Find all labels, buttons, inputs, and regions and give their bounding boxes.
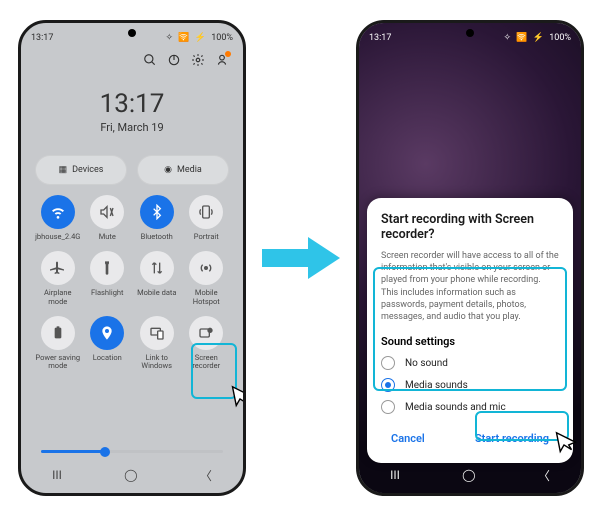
tile-portrait[interactable]: Portrait xyxy=(184,195,230,241)
vibrate-icon: ✧ xyxy=(166,33,174,43)
devices-label: Devices xyxy=(72,165,103,175)
nav-recents[interactable]: III xyxy=(52,468,62,482)
clock-date: Fri, March 19 xyxy=(21,121,243,134)
radio-icon xyxy=(381,400,395,414)
tile-flashlight[interactable]: Flashlight xyxy=(85,251,131,306)
arrow-icon xyxy=(262,235,340,281)
radio-label: Media sounds and mic xyxy=(405,402,506,413)
phone-dialog: 13:17 ✧ 🛜 ⚡ 100% Start recording with Sc… xyxy=(356,20,584,496)
nav-home[interactable]: ◯ xyxy=(124,468,137,482)
airplane-icon xyxy=(41,251,75,285)
pill-row: ▦ Devices ◉ Media xyxy=(35,155,229,185)
status-bar: 13:17 ✧ 🛜 ⚡ 100% xyxy=(369,31,571,45)
screen-recorder-dialog: Start recording with Screen recorder? Sc… xyxy=(367,198,573,463)
mobiledata-icon xyxy=(140,251,174,285)
radio-media-mic[interactable]: Media sounds and mic xyxy=(381,400,559,414)
nav-bar: III ◯ 〈 xyxy=(21,463,243,487)
radio-icon xyxy=(381,356,395,370)
mute-icon xyxy=(90,195,124,229)
vibrate-icon: ✧ xyxy=(504,33,512,43)
slider-fill xyxy=(41,450,105,453)
radio-label: No sound xyxy=(405,358,448,369)
portrait-icon xyxy=(189,195,223,229)
start-recording-button[interactable]: Start recording xyxy=(465,426,559,451)
tile-hotspot[interactable]: Mobile Hotspot xyxy=(184,251,230,306)
radio-no-sound[interactable]: No sound xyxy=(381,356,559,370)
nav-home[interactable]: ◯ xyxy=(462,468,475,482)
wifi-icon xyxy=(41,195,75,229)
quick-tiles: jbhouse_2.4G Mute Bluetooth Portrait Air… xyxy=(35,195,229,370)
flashlight-icon xyxy=(90,251,124,285)
slider-thumb[interactable] xyxy=(100,447,110,457)
hotspot-icon xyxy=(189,251,223,285)
wifi-icon: 🛜 xyxy=(178,33,189,43)
wifi-icon: 🛜 xyxy=(516,33,527,43)
dialog-actions: Cancel Start recording xyxy=(381,426,559,451)
pointer-cursor xyxy=(549,429,579,459)
status-time: 13:17 xyxy=(369,33,391,43)
linkwin-icon xyxy=(140,316,174,350)
gear-icon[interactable] xyxy=(191,53,205,67)
pointer-cursor xyxy=(225,383,246,413)
tile-powersave[interactable]: Power saving mode xyxy=(35,316,81,371)
clock-time: 13:17 xyxy=(21,89,243,119)
dialog-title: Start recording with Screen recorder? xyxy=(381,212,559,242)
tile-linkwin[interactable]: Link to Windows xyxy=(134,316,180,371)
radio-label: Media sounds xyxy=(405,380,468,391)
battery-percent: 100% xyxy=(549,33,571,43)
nav-recents[interactable]: III xyxy=(390,468,400,482)
devices-icon: ▦ xyxy=(59,165,68,175)
location-icon xyxy=(90,316,124,350)
tile-screenrec[interactable]: Screen recorder xyxy=(184,316,230,371)
radio-icon xyxy=(381,378,395,392)
screenrec-icon xyxy=(189,316,223,350)
cancel-button[interactable]: Cancel xyxy=(381,426,435,451)
tile-mobiledata[interactable]: Mobile data xyxy=(134,251,180,306)
nav-back[interactable]: 〈 xyxy=(538,467,550,484)
media-icon: ◉ xyxy=(164,165,172,175)
radio-media-sounds[interactable]: Media sounds xyxy=(381,378,559,392)
tile-wifi[interactable]: jbhouse_2.4G xyxy=(35,195,81,241)
search-icon[interactable] xyxy=(143,53,157,67)
phone-quick-panel: 13:17 ✧ 🛜 ⚡ 100% 13:17 Fri, March 19 ▦ D… xyxy=(18,20,246,496)
nav-back[interactable]: 〈 xyxy=(200,467,212,484)
media-label: Media xyxy=(177,165,202,175)
battery-icon: ⚡ xyxy=(533,33,544,43)
status-time: 13:17 xyxy=(31,33,53,43)
brightness-slider[interactable] xyxy=(41,450,223,453)
status-icons: ✧ 🛜 ⚡ 100% xyxy=(163,33,233,43)
panel-header-icons xyxy=(143,53,229,67)
battery-percent: 100% xyxy=(211,33,233,43)
clock-block: 13:17 Fri, March 19 xyxy=(21,89,243,134)
powersave-icon xyxy=(41,316,75,350)
tile-mute[interactable]: Mute xyxy=(85,195,131,241)
bluetooth-icon xyxy=(140,195,174,229)
nav-bar: III ◯ 〈 xyxy=(359,463,581,487)
status-icons: ✧ 🛜 ⚡ 100% xyxy=(501,33,571,43)
power-icon[interactable] xyxy=(167,53,181,67)
notification-icon[interactable] xyxy=(215,53,229,67)
tile-airplane[interactable]: Airplane mode xyxy=(35,251,81,306)
media-button[interactable]: ◉ Media xyxy=(137,155,229,185)
devices-button[interactable]: ▦ Devices xyxy=(35,155,127,185)
battery-icon: ⚡ xyxy=(195,33,206,43)
tile-bluetooth[interactable]: Bluetooth xyxy=(134,195,180,241)
tile-location[interactable]: Location xyxy=(85,316,131,371)
dialog-body: Screen recorder will have access to all … xyxy=(381,250,559,323)
status-bar: 13:17 ✧ 🛜 ⚡ 100% xyxy=(31,31,233,45)
sound-settings-label: Sound settings xyxy=(381,335,559,348)
